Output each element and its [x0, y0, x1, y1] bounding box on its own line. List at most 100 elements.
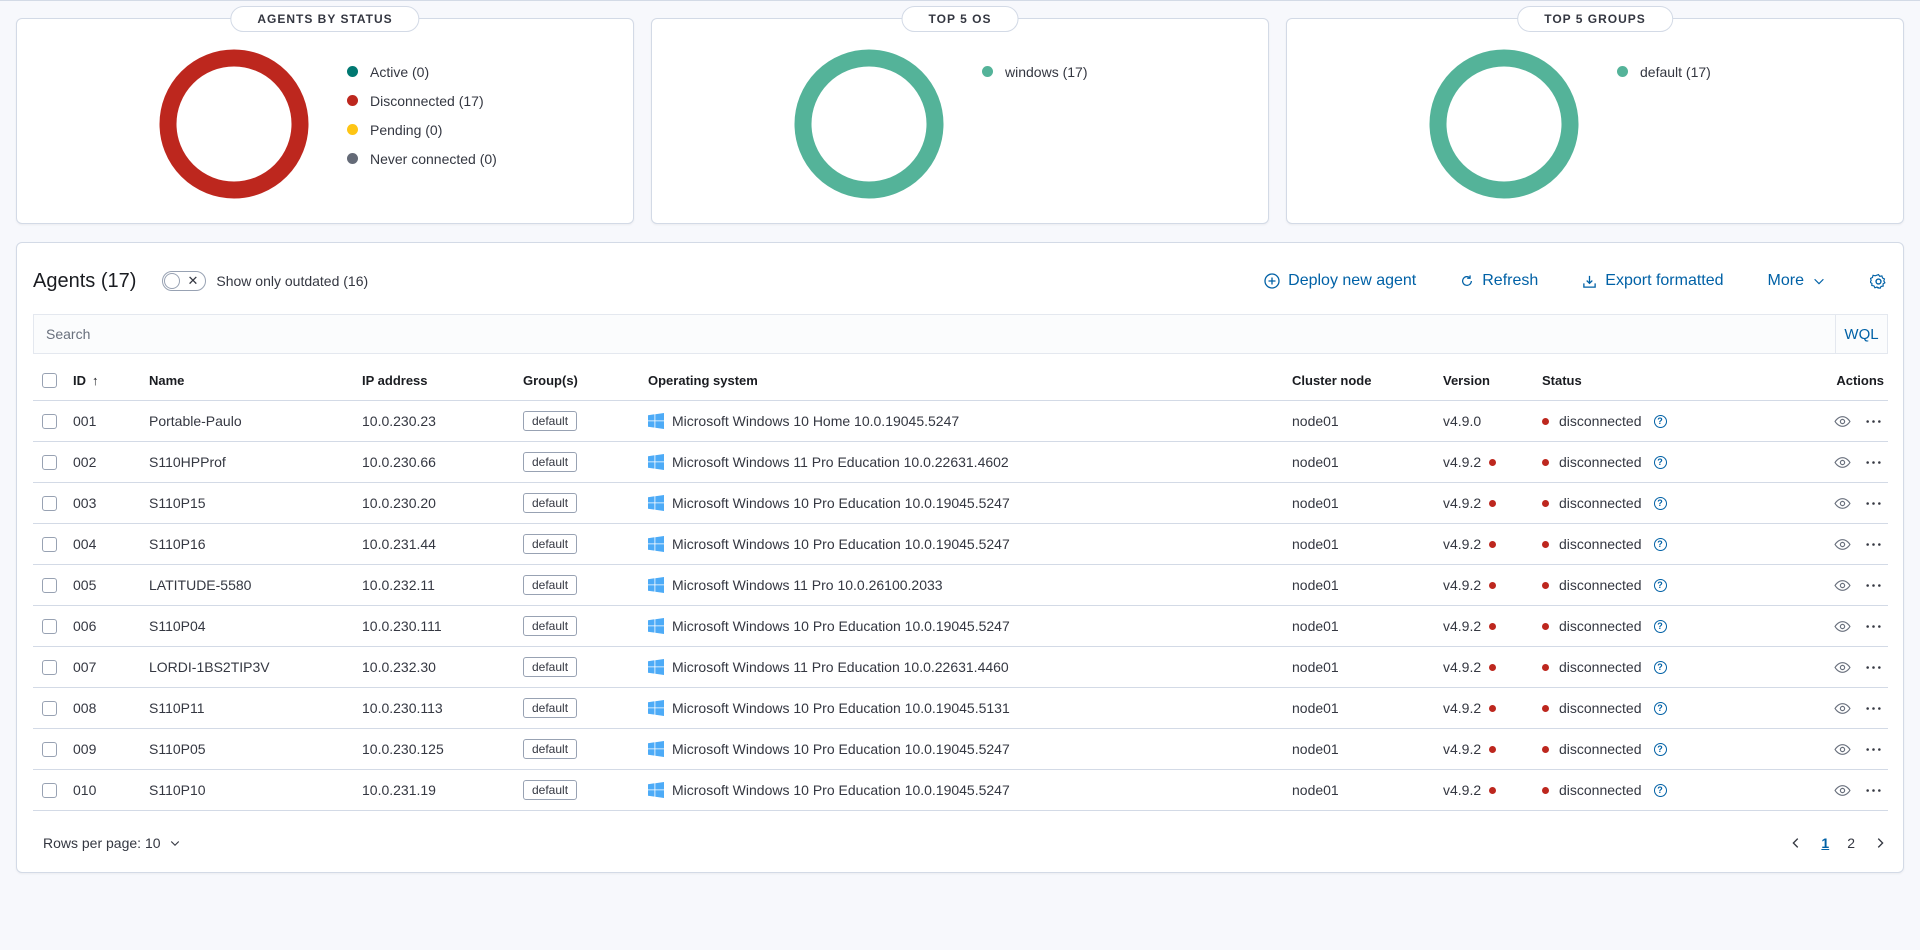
- view-icon[interactable]: [1834, 700, 1851, 717]
- group-badge[interactable]: default: [523, 657, 578, 677]
- legend-item-windows[interactable]: windows (17): [982, 57, 1087, 86]
- help-icon[interactable]: ?: [1653, 578, 1667, 592]
- more-options-icon[interactable]: [1865, 782, 1882, 799]
- more-options-icon[interactable]: [1865, 454, 1882, 471]
- cell-actions: [1792, 577, 1888, 594]
- top-os-donut[interactable]: [794, 49, 944, 199]
- column-header-cluster-node[interactable]: Cluster node: [1292, 373, 1443, 388]
- select-all-checkbox[interactable]: [42, 372, 57, 388]
- row-checkbox[interactable]: [42, 659, 57, 675]
- view-icon[interactable]: [1834, 577, 1851, 594]
- column-header-name[interactable]: Name: [149, 373, 362, 388]
- table-row[interactable]: 006 S110P04 10.0.230.111 default Microsoft W…: [33, 606, 1888, 647]
- outdated-toggle[interactable]: ✕: [162, 271, 207, 291]
- help-icon[interactable]: ?: [1653, 414, 1667, 428]
- table-row[interactable]: 004 S110P16 10.0.231.44 default Microsoft Wi…: [33, 524, 1888, 565]
- next-page-icon[interactable]: [1873, 836, 1887, 850]
- table-row[interactable]: 003 S110P15 10.0.230.20 default Microsoft Wi…: [33, 483, 1888, 524]
- table-row[interactable]: 001 Portable-Paulo 10.0.230.23 default Micro…: [33, 401, 1888, 442]
- group-badge[interactable]: default: [523, 493, 578, 513]
- legend-item-active[interactable]: Active (0): [347, 57, 497, 86]
- windows-icon: [648, 659, 664, 675]
- view-icon[interactable]: [1834, 782, 1851, 799]
- wql-button[interactable]: WQL: [1835, 315, 1887, 353]
- group-badge[interactable]: default: [523, 739, 578, 759]
- column-header-status[interactable]: Status: [1542, 373, 1792, 388]
- table-row[interactable]: 002 S110HPProf 10.0.230.66 default Microsoft…: [33, 442, 1888, 483]
- column-header-os[interactable]: Operating system: [648, 373, 1292, 388]
- page-2-button[interactable]: 2: [1847, 835, 1855, 851]
- group-badge[interactable]: default: [523, 616, 578, 636]
- previous-page-icon[interactable]: [1789, 836, 1803, 850]
- table-row[interactable]: 010 S110P10 10.0.231.19 default Microsoft Wi…: [33, 770, 1888, 811]
- group-badge[interactable]: default: [523, 534, 578, 554]
- column-header-id[interactable]: ID ↑: [73, 373, 149, 388]
- refresh-button[interactable]: Refresh: [1460, 272, 1538, 290]
- cell-cluster-node: node01: [1292, 536, 1339, 552]
- group-badge[interactable]: default: [523, 698, 578, 718]
- help-icon[interactable]: ?: [1653, 496, 1667, 510]
- cell-cluster-node: node01: [1292, 700, 1339, 716]
- help-icon[interactable]: ?: [1653, 783, 1667, 797]
- export-formatted-button[interactable]: Export formatted: [1582, 272, 1724, 290]
- table-row[interactable]: 005 LATITUDE-5580 10.0.232.11 default Micros…: [33, 565, 1888, 606]
- help-icon[interactable]: ?: [1653, 701, 1667, 715]
- page-1-button[interactable]: 1: [1821, 835, 1829, 851]
- help-icon[interactable]: ?: [1653, 619, 1667, 633]
- view-icon[interactable]: [1834, 659, 1851, 676]
- agents-by-status-donut[interactable]: [159, 49, 309, 199]
- more-options-icon[interactable]: [1865, 659, 1882, 676]
- view-icon[interactable]: [1834, 741, 1851, 758]
- group-badge[interactable]: default: [523, 780, 578, 800]
- column-header-groups[interactable]: Group(s): [523, 373, 648, 388]
- more-button[interactable]: More: [1768, 272, 1826, 290]
- more-options-icon[interactable]: [1865, 741, 1882, 758]
- help-icon[interactable]: ?: [1653, 455, 1667, 469]
- group-badge[interactable]: default: [523, 575, 578, 595]
- view-icon[interactable]: [1834, 536, 1851, 553]
- deploy-new-agent-button[interactable]: Deploy new agent: [1264, 272, 1416, 290]
- legend-item-never-connected[interactable]: Never connected (0): [347, 144, 497, 173]
- more-options-icon[interactable]: [1865, 618, 1882, 635]
- group-badge[interactable]: default: [523, 411, 578, 431]
- more-options-icon[interactable]: [1865, 536, 1882, 553]
- legend-item-pending[interactable]: Pending (0): [347, 115, 497, 144]
- column-header-version[interactable]: Version: [1443, 373, 1542, 388]
- help-icon[interactable]: ?: [1653, 742, 1667, 756]
- view-icon[interactable]: [1834, 413, 1851, 430]
- rows-per-page-select[interactable]: Rows per page: 10: [43, 835, 181, 851]
- row-checkbox[interactable]: [42, 741, 57, 757]
- help-icon[interactable]: ?: [1653, 537, 1667, 551]
- row-checkbox[interactable]: [42, 413, 57, 429]
- windows-icon: [648, 741, 664, 757]
- top-groups-donut[interactable]: [1429, 49, 1579, 199]
- more-options-icon[interactable]: [1865, 413, 1882, 430]
- more-options-icon[interactable]: [1865, 700, 1882, 717]
- cell-os: Microsoft Windows 10 Pro Education 10.0.…: [648, 741, 1292, 757]
- top-os-legend: windows (17): [982, 57, 1087, 86]
- group-badge[interactable]: default: [523, 452, 578, 472]
- row-checkbox[interactable]: [42, 577, 57, 593]
- row-checkbox[interactable]: [42, 782, 57, 798]
- cell-version: v4.9.2: [1443, 577, 1542, 593]
- more-options-icon[interactable]: [1865, 495, 1882, 512]
- table-row[interactable]: 008 S110P11 10.0.230.113 default Microsoft W…: [33, 688, 1888, 729]
- table-settings-button[interactable]: [1870, 273, 1887, 290]
- search-input[interactable]: [34, 315, 1835, 353]
- view-icon[interactable]: [1834, 454, 1851, 471]
- legend-item-disconnected[interactable]: Disconnected (17): [347, 86, 497, 115]
- view-icon[interactable]: [1834, 495, 1851, 512]
- more-options-icon[interactable]: [1865, 577, 1882, 594]
- row-checkbox[interactable]: [42, 495, 57, 511]
- cell-id: 002: [73, 454, 97, 470]
- row-checkbox[interactable]: [42, 454, 57, 470]
- help-icon[interactable]: ?: [1653, 660, 1667, 674]
- view-icon[interactable]: [1834, 618, 1851, 635]
- row-checkbox[interactable]: [42, 700, 57, 716]
- row-checkbox[interactable]: [42, 536, 57, 552]
- table-row[interactable]: 009 S110P05 10.0.230.125 default Microsoft W…: [33, 729, 1888, 770]
- row-checkbox[interactable]: [42, 618, 57, 634]
- legend-item-default[interactable]: default (17): [1617, 57, 1711, 86]
- table-row[interactable]: 007 LORDI-1BS2TIP3V 10.0.232.30 default Micr…: [33, 647, 1888, 688]
- column-header-ip[interactable]: IP address: [362, 373, 523, 388]
